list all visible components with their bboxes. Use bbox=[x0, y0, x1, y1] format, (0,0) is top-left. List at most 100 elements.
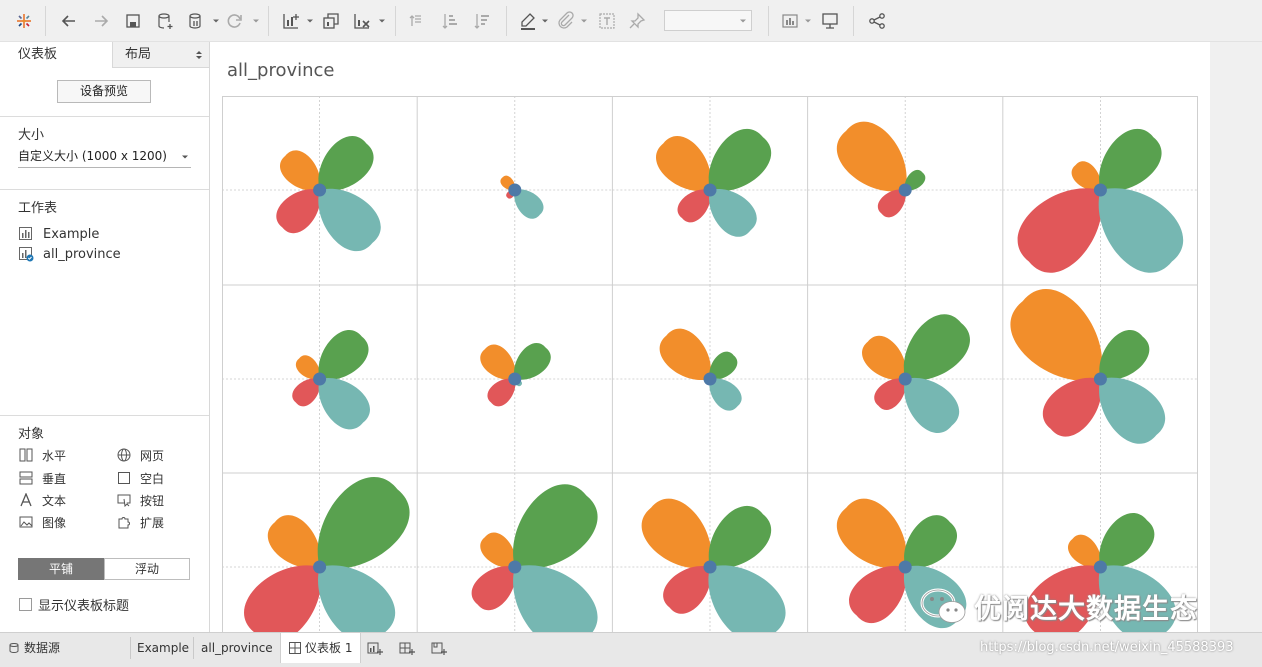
floating-button[interactable]: 浮动 bbox=[104, 558, 190, 580]
presentation-icon[interactable] bbox=[817, 8, 843, 34]
tab-label: 数据源 bbox=[24, 641, 61, 655]
tab-sheet-all-province[interactable]: all_province bbox=[201, 633, 273, 663]
petal-cell[interactable] bbox=[417, 285, 613, 473]
objects-heading: 对象 bbox=[18, 427, 45, 442]
chevron-down-icon[interactable] bbox=[541, 17, 549, 25]
object-web[interactable]: 网页 bbox=[116, 445, 164, 465]
chevron-down-icon bbox=[740, 19, 746, 23]
pause-updates-icon[interactable] bbox=[183, 8, 209, 34]
petal-cell[interactable] bbox=[222, 463, 423, 632]
new-datasource-icon[interactable] bbox=[152, 8, 178, 34]
new-dashboard-tab-button[interactable] bbox=[394, 633, 420, 663]
pin-icon[interactable] bbox=[624, 8, 650, 34]
petal-cell[interactable] bbox=[417, 96, 613, 285]
save-icon[interactable] bbox=[120, 8, 146, 34]
tab-label: 仪表板 1 bbox=[305, 641, 353, 655]
petal-center bbox=[313, 372, 327, 386]
dashboard-canvas: all_province bbox=[210, 42, 1210, 632]
tab-layout-label: 布局 bbox=[125, 47, 152, 62]
watermark-url: https://blog.csdn.net/weixin_45588393 bbox=[980, 640, 1234, 655]
duplicate-icon[interactable] bbox=[318, 8, 344, 34]
petal-center bbox=[898, 183, 912, 197]
petal-center bbox=[313, 560, 327, 574]
object-horizontal[interactable]: 水平 bbox=[18, 445, 66, 465]
tab-sheet-example[interactable]: Example bbox=[137, 633, 189, 663]
extension-icon bbox=[116, 514, 132, 530]
object-vertical[interactable]: 垂直 bbox=[18, 468, 66, 488]
petal-cell[interactable] bbox=[997, 275, 1198, 473]
petal-cell[interactable] bbox=[807, 96, 1003, 285]
worksheet-used-icon bbox=[19, 247, 34, 262]
fit-select[interactable] bbox=[664, 10, 752, 31]
new-worksheet-tab-button[interactable] bbox=[362, 633, 388, 663]
petal-center bbox=[508, 183, 522, 197]
share-icon[interactable] bbox=[864, 8, 890, 34]
tiled-button[interactable]: 平铺 bbox=[18, 558, 104, 580]
tab-dashboard-1[interactable]: 仪表板 1 bbox=[280, 633, 362, 663]
device-preview-button[interactable]: 设备预览 bbox=[57, 80, 151, 103]
clear-icon[interactable] bbox=[349, 8, 375, 34]
object-text[interactable]: 文本 bbox=[18, 490, 66, 510]
petal-center bbox=[1093, 560, 1107, 574]
object-label: 网页 bbox=[140, 448, 165, 463]
petal-cell[interactable] bbox=[1002, 96, 1198, 285]
petal-orange bbox=[836, 121, 907, 192]
petal-cell[interactable] bbox=[612, 96, 808, 285]
object-label: 垂直 bbox=[42, 471, 67, 486]
watermark: 优阅达大数据生态 bbox=[918, 586, 1198, 626]
show-dashboard-title-checkbox[interactable]: 显示仪表板标题 bbox=[19, 595, 129, 614]
petal-cell[interactable] bbox=[612, 473, 808, 632]
size-heading: 大小 bbox=[18, 128, 45, 143]
petal-cell[interactable] bbox=[417, 472, 613, 632]
object-image[interactable]: 图像 bbox=[18, 512, 66, 532]
updown-arrow-icon bbox=[196, 51, 202, 59]
show-me-icon[interactable] bbox=[777, 8, 803, 34]
group-icon[interactable] bbox=[553, 8, 579, 34]
refresh-icon[interactable] bbox=[222, 8, 248, 34]
size-select-value: 自定义大小 (1000 x 1200) bbox=[18, 149, 167, 163]
object-extension[interactable]: 扩展 bbox=[116, 512, 164, 532]
petal-cell[interactable] bbox=[612, 285, 808, 473]
chevron-down-icon bbox=[182, 155, 188, 159]
sheet-item-example[interactable]: Example bbox=[18, 224, 99, 244]
object-blank[interactable]: 空白 bbox=[116, 468, 164, 488]
petal-cell[interactable] bbox=[222, 96, 418, 285]
tab-datasource[interactable]: 数据源 bbox=[8, 633, 60, 663]
undo-icon[interactable] bbox=[56, 8, 82, 34]
sheet-item-all-province[interactable]: all_province bbox=[18, 244, 121, 264]
swap-icon[interactable] bbox=[404, 8, 430, 34]
wechat-logo-icon bbox=[920, 588, 966, 623]
sort-ascending-icon[interactable] bbox=[437, 8, 463, 34]
size-select[interactable]: 自定义大小 (1000 x 1200) bbox=[18, 148, 191, 168]
chevron-down-icon[interactable] bbox=[212, 17, 220, 25]
new-story-tab-button[interactable] bbox=[426, 633, 452, 663]
dashboard-icon bbox=[289, 642, 301, 654]
text-icon bbox=[18, 492, 34, 508]
petal-center bbox=[508, 372, 522, 386]
web-icon bbox=[116, 447, 132, 463]
chevron-down-icon[interactable] bbox=[804, 17, 812, 25]
tab-dashboard[interactable]: 仪表板 bbox=[0, 42, 112, 68]
chevron-down-icon[interactable] bbox=[252, 17, 260, 25]
sort-descending-icon[interactable] bbox=[469, 8, 495, 34]
object-label: 空白 bbox=[140, 471, 165, 486]
object-label: 图像 bbox=[42, 515, 67, 530]
worksheet-icon bbox=[19, 227, 32, 240]
petal-cell[interactable] bbox=[222, 285, 418, 473]
petal-cell[interactable] bbox=[807, 285, 1003, 473]
checkbox[interactable] bbox=[19, 598, 32, 611]
redo-icon[interactable] bbox=[88, 8, 114, 34]
petal-chart[interactable] bbox=[222, 96, 1198, 632]
new-worksheet-icon[interactable] bbox=[278, 8, 304, 34]
chevron-down-icon[interactable] bbox=[580, 17, 588, 25]
object-button[interactable]: 按钮 bbox=[116, 490, 164, 510]
chevron-down-icon[interactable] bbox=[306, 17, 314, 25]
tableau-logo-icon[interactable] bbox=[11, 8, 37, 34]
tab-layout[interactable]: 布局 bbox=[112, 42, 209, 68]
petal-center bbox=[313, 183, 327, 197]
chevron-down-icon[interactable] bbox=[378, 17, 386, 25]
petal-center bbox=[898, 372, 912, 386]
highlight-icon[interactable] bbox=[515, 8, 541, 34]
object-label: 按钮 bbox=[140, 493, 165, 508]
label-icon[interactable] bbox=[594, 8, 620, 34]
